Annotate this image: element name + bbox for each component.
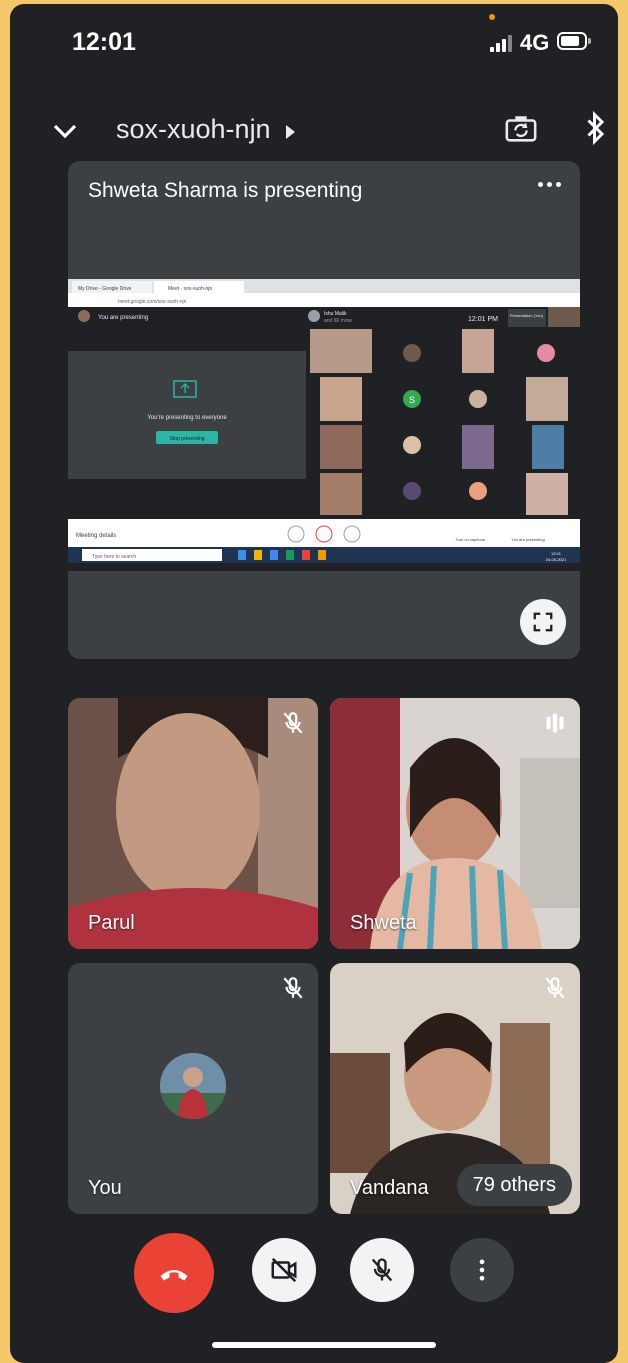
others-button[interactable]: 79 others	[456, 1164, 572, 1206]
shared-presenting-everyone: You're presenting to everyone	[147, 415, 227, 421]
privacy-indicator-dot	[489, 14, 495, 20]
bluetooth-icon	[587, 110, 605, 146]
avatar	[160, 1053, 226, 1119]
more-options-button[interactable]	[450, 1238, 514, 1302]
mic-off-icon	[371, 1258, 393, 1282]
audio-levels-icon	[546, 713, 564, 733]
presentation-tile[interactable]: Shweta Sharma is presenting My Drive - G…	[68, 161, 580, 659]
shared-meeting-details: Meeting details	[76, 533, 116, 539]
mic-off-icon	[545, 977, 565, 999]
meeting-info-arrow-icon[interactable]	[286, 125, 295, 139]
more-vert-icon[interactable]	[532, 175, 566, 193]
shared-taskbar-date: 24-05-2021	[546, 557, 567, 562]
shared-taskbar-search: Type here to search	[92, 554, 136, 560]
presentation-title: Shweta Sharma is presenting	[88, 179, 363, 202]
more-vert-icon	[479, 1259, 485, 1281]
participant-name: Parul	[88, 912, 135, 934]
camera-off-icon	[271, 1257, 297, 1283]
browser-url: meet.google.com/sox-xuoh-njn	[118, 299, 187, 305]
home-indicator[interactable]	[212, 1342, 436, 1348]
end-call-icon	[160, 1270, 188, 1281]
shared-presenting-footer: You are presenting	[511, 537, 544, 542]
shared-you-are-presenting: You are presenting	[98, 315, 148, 321]
participant-name: You	[88, 1177, 122, 1199]
participant-tile-you[interactable]: You	[68, 963, 318, 1214]
battery-icon	[557, 32, 591, 50]
fullscreen-icon	[533, 612, 553, 632]
shared-taskbar-time: 12:01	[551, 551, 562, 556]
end-call-button[interactable]	[134, 1233, 214, 1313]
svg-text:S: S	[409, 395, 415, 405]
status-time: 12:01	[72, 28, 136, 56]
chevron-down-icon[interactable]	[50, 116, 80, 146]
browser-tab-2: Meet - sox-xuoh-njn	[168, 286, 212, 292]
participant-tile-vandana[interactable]: Vandana 79 others	[330, 963, 580, 1214]
participant-tile-shweta[interactable]: Shweta	[330, 698, 580, 949]
shared-screen: My Drive - Google Drive Meet - sox-xuoh-…	[68, 279, 580, 571]
participant-tile-parul[interactable]: Parul	[68, 698, 318, 949]
camera-switch-icon[interactable]	[504, 112, 538, 146]
meet-screen: 12:01 4G sox-xuoh-njn Shweta Sharma is p…	[10, 4, 618, 1363]
meeting-code[interactable]: sox-xuoh-njn	[116, 114, 271, 145]
camera-toggle-button[interactable]	[252, 1238, 316, 1302]
participant-name: Vandana	[350, 1177, 429, 1199]
shared-participant-more: and 66 more	[324, 318, 352, 324]
network-type: 4G	[520, 30, 550, 55]
signal-icon	[490, 34, 516, 52]
shared-meeting-time: 12:01 PM	[468, 316, 498, 323]
mic-toggle-button[interactable]	[350, 1238, 414, 1302]
shared-presentation-badge: Presentation (You)	[510, 313, 544, 318]
mic-off-icon	[283, 712, 303, 734]
mic-off-icon	[283, 977, 303, 999]
shared-stop-presenting: Stop presenting	[169, 436, 204, 442]
fullscreen-button[interactable]	[520, 599, 566, 645]
participant-name: Shweta	[350, 912, 417, 934]
shared-captions: Turn on captions	[455, 537, 485, 542]
shared-participant-name: Ishu Malik	[324, 311, 347, 317]
browser-tab-1: My Drive - Google Drive	[78, 286, 132, 292]
